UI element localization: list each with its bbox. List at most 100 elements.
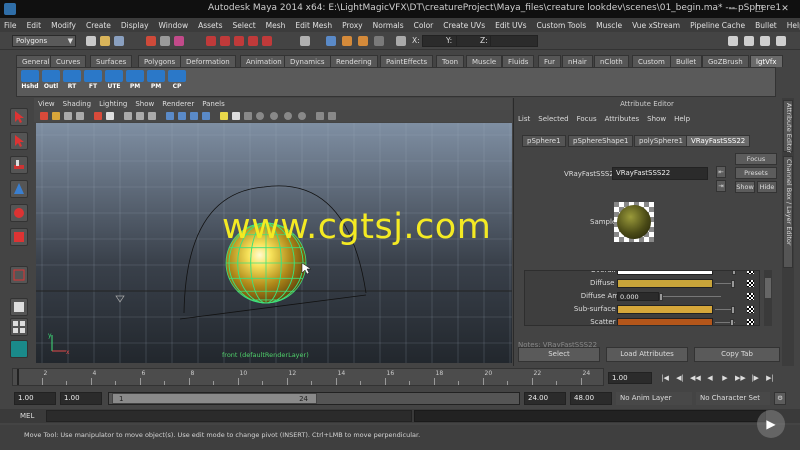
history-icon[interactable] bbox=[300, 36, 310, 46]
render-view-icon[interactable] bbox=[326, 36, 336, 46]
ae-tab-psphere1[interactable]: pSphere1 bbox=[522, 135, 566, 147]
shelf-tab-lgtvfx[interactable]: lgtVfx bbox=[750, 55, 783, 67]
wireframe-icon[interactable] bbox=[166, 112, 174, 120]
ae-menu-attributes[interactable]: Attributes bbox=[605, 115, 640, 123]
last-tool-icon[interactable] bbox=[10, 266, 28, 284]
menu-proxy[interactable]: Proxy bbox=[342, 21, 363, 30]
sculpt-icon[interactable] bbox=[728, 36, 738, 46]
ae-menu-help[interactable]: Help bbox=[674, 115, 690, 123]
map-texture-icon[interactable] bbox=[747, 271, 754, 274]
select-tool-icon[interactable] bbox=[10, 108, 28, 126]
shelf-button-pm[interactable]: PM bbox=[147, 70, 165, 94]
snap-surface-icon[interactable] bbox=[262, 36, 272, 46]
lasso-tool-icon[interactable] bbox=[10, 132, 28, 150]
select-component-icon[interactable] bbox=[174, 36, 184, 46]
ssao-icon[interactable] bbox=[284, 112, 292, 120]
snap-view-icon[interactable] bbox=[248, 36, 258, 46]
node-name-field[interactable]: VRayFastSSS22 bbox=[612, 167, 708, 180]
map-texture-icon[interactable] bbox=[747, 280, 754, 287]
menu-edit[interactable]: Edit bbox=[27, 21, 42, 30]
preferences-icon[interactable]: ⚙ bbox=[774, 392, 786, 405]
ae-menu-selected[interactable]: Selected bbox=[538, 115, 568, 123]
close-button[interactable]: ✕ bbox=[774, 2, 796, 16]
shelf-button-outl[interactable]: Outl bbox=[42, 70, 60, 94]
menu-custom-tools[interactable]: Custom Tools bbox=[537, 21, 587, 30]
select-button[interactable]: Select bbox=[518, 347, 600, 362]
camera-select-icon[interactable] bbox=[40, 112, 48, 120]
presets-button[interactable]: Presets bbox=[735, 167, 777, 179]
viewport-menu-lighting[interactable]: Lighting bbox=[99, 100, 127, 108]
attribute-scrollbar[interactable] bbox=[764, 270, 772, 326]
animation-end-field[interactable]: 48.00 bbox=[570, 392, 612, 405]
shelf-button-ft[interactable]: FT bbox=[84, 70, 102, 94]
step-forward-key-icon[interactable]: |▶ bbox=[750, 373, 760, 383]
wire-on-shaded-icon[interactable] bbox=[190, 112, 198, 120]
play-back-icon[interactable]: ◀ bbox=[705, 373, 715, 383]
attr-slider-handle[interactable] bbox=[731, 306, 735, 314]
anti-alias-icon[interactable] bbox=[316, 112, 324, 120]
attr-slider[interactable] bbox=[661, 296, 721, 297]
depth-of-field-icon[interactable] bbox=[328, 112, 336, 120]
tab-attribute-editor[interactable]: Attribute Editor bbox=[783, 100, 793, 153]
image-plane-icon[interactable] bbox=[76, 112, 84, 120]
snap-point-icon[interactable] bbox=[234, 36, 244, 46]
attr-slider-handle[interactable] bbox=[659, 293, 663, 301]
ae-tab-psphereshape1[interactable]: pSphereShape1 bbox=[568, 135, 634, 147]
viewport-menu-shading[interactable]: Shading bbox=[63, 100, 91, 108]
shelf-tab-painteffects[interactable]: PaintEffects bbox=[380, 55, 434, 67]
shelf-tab-bullet[interactable]: Bullet bbox=[670, 55, 703, 67]
shelf-tab-polygons[interactable]: Polygons bbox=[138, 55, 182, 67]
maximize-button[interactable]: □ bbox=[748, 2, 770, 16]
menu-edit-mesh[interactable]: Edit Mesh bbox=[295, 21, 332, 30]
attr-number-field[interactable]: 0.000 bbox=[617, 292, 659, 301]
menu-display[interactable]: Display bbox=[121, 21, 149, 30]
motion-blur-icon[interactable] bbox=[298, 112, 306, 120]
menu-modify[interactable]: Modify bbox=[51, 21, 76, 30]
scale-tool-icon[interactable] bbox=[10, 228, 28, 246]
ae-tab-vrayfastsss22[interactable]: VRayFastSSS22 bbox=[686, 135, 751, 147]
menu-muscle[interactable]: Muscle bbox=[596, 21, 622, 30]
render-settings-icon[interactable] bbox=[374, 36, 384, 46]
open-scene-icon[interactable] bbox=[100, 36, 110, 46]
anim-layer-dropdown[interactable]: No Anim Layer bbox=[616, 392, 692, 405]
map-texture-icon[interactable] bbox=[747, 306, 754, 313]
outliner-layout-icon[interactable] bbox=[10, 340, 28, 358]
shelf-tab-surfaces[interactable]: Surfaces bbox=[90, 55, 133, 67]
time-slider[interactable]: 2 4 6 8 10 12 14 16 18 20 22 24 bbox=[12, 368, 604, 386]
xray-joints-icon[interactable] bbox=[270, 112, 278, 120]
mel-input[interactable] bbox=[46, 410, 412, 422]
film-gate-icon[interactable] bbox=[106, 112, 114, 120]
mel-label[interactable]: MEL bbox=[20, 412, 34, 420]
xray-icon[interactable] bbox=[256, 112, 264, 120]
ae-tab-polysphere1[interactable]: polySphere1 bbox=[634, 135, 688, 147]
menu-assets[interactable]: Assets bbox=[198, 21, 222, 30]
scrollbar-thumb[interactable] bbox=[765, 278, 771, 298]
menu-normals[interactable]: Normals bbox=[373, 21, 404, 30]
hide-button[interactable]: Hide bbox=[757, 181, 777, 193]
move-tool-icon[interactable] bbox=[10, 180, 28, 198]
menu-select[interactable]: Select bbox=[233, 21, 256, 30]
show-button[interactable]: Show bbox=[735, 181, 755, 193]
attr-color-swatch[interactable] bbox=[617, 271, 713, 275]
input-mode-icon[interactable] bbox=[396, 36, 406, 46]
attr-slider-handle[interactable] bbox=[729, 319, 734, 325]
play-video-icon[interactable]: ▶ bbox=[757, 410, 785, 438]
attribute-editor-toggle-icon[interactable] bbox=[744, 36, 754, 46]
shelf-button-hshd[interactable]: Hshd bbox=[21, 70, 39, 94]
menu-window[interactable]: Window bbox=[159, 21, 189, 30]
menu-create[interactable]: Create bbox=[86, 21, 111, 30]
viewport-menu-renderer[interactable]: Renderer bbox=[162, 100, 194, 108]
attr-color-swatch[interactable] bbox=[617, 305, 713, 314]
select-object-icon[interactable] bbox=[160, 36, 170, 46]
menu-vue-xstream[interactable]: Vue xStream bbox=[632, 21, 680, 30]
current-frame-field[interactable]: 1.00 bbox=[608, 372, 652, 384]
step-forward-icon[interactable]: ▶▶ bbox=[735, 373, 746, 383]
play-forward-icon[interactable]: ▶ bbox=[720, 373, 730, 383]
rotate-tool-icon[interactable] bbox=[10, 204, 28, 222]
shelf-button-cp[interactable]: CP bbox=[168, 70, 186, 94]
shelf-tab-ncloth[interactable]: nCloth bbox=[594, 55, 629, 67]
map-texture-icon[interactable] bbox=[747, 319, 754, 325]
ipr-render-icon[interactable] bbox=[358, 36, 368, 46]
ae-menu-show[interactable]: Show bbox=[647, 115, 666, 123]
go-start-icon[interactable]: |◀ bbox=[660, 373, 670, 383]
